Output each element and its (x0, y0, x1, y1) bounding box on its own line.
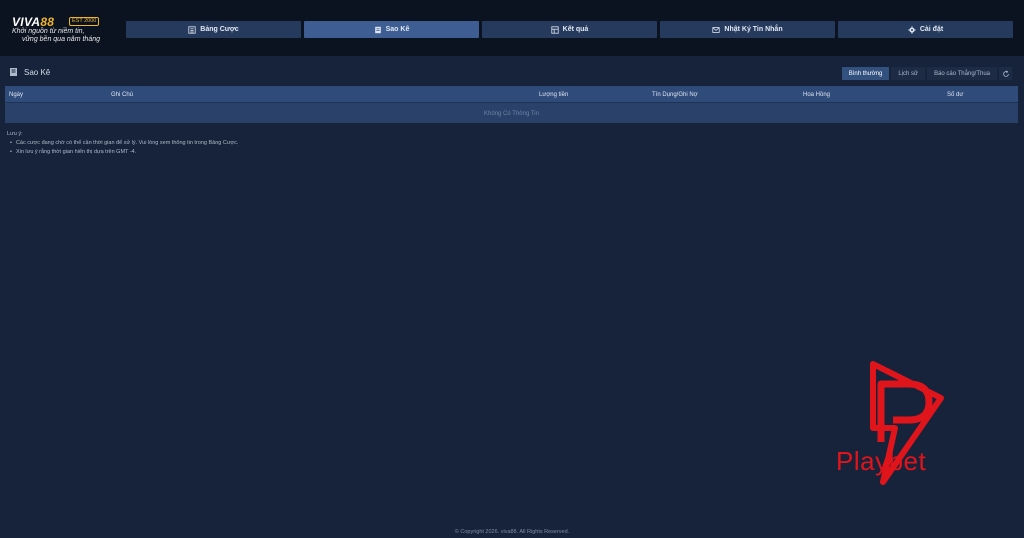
page-title: Sao Kê (9, 67, 50, 77)
logo-est-badge: EST 2000 (69, 17, 100, 26)
refresh-button[interactable] (999, 67, 1012, 80)
nav-settings[interactable]: Cài đặt (838, 21, 1013, 38)
nav-label: Kết quả (562, 26, 589, 33)
column-header-balance: Số dư (947, 91, 964, 98)
logo-main: VIVA (12, 15, 41, 29)
view-filters: Bình thường Lịch sử Báo cáo Thắng/Thua (841, 67, 1012, 80)
nav-label: Cài đặt (919, 26, 944, 33)
notes-title: Lưu ý: (7, 131, 23, 137)
statement-table: Ngày Ghi Chú Lượng tiền Tín Dụng/Ghi Nợ … (5, 86, 1018, 123)
filter-normal[interactable]: Bình thường (841, 67, 890, 80)
nav-label: Sao Kê (385, 26, 410, 33)
mail-icon (712, 26, 720, 33)
filter-history[interactable]: Lịch sử (891, 67, 926, 80)
nav-results[interactable]: Kết quả (482, 21, 657, 38)
empty-state: Không Có Thông Tin (484, 110, 539, 117)
filter-winloss-report[interactable]: Báo cáo Thắng/Thua (927, 67, 997, 80)
footer-copyright: © Copyright 2026. viva88. All Rights Res… (454, 529, 570, 535)
column-header-credit-debit: Tín Dụng/Ghi Nợ (652, 91, 698, 98)
column-header-amount: Lượng tiền (539, 91, 569, 98)
results-icon (551, 25, 559, 34)
top-header: VIVA88 EST 2000 Khởi nguồn từ niềm tin, … (0, 0, 1024, 56)
nav-label: Bảng Cược (200, 26, 239, 33)
list-icon (188, 25, 196, 34)
logo-wordmark: VIVA88 (12, 15, 54, 29)
note-item: Xin lưu ý rằng thời gian hiển thị dựa tr… (10, 148, 238, 157)
statement-icon (374, 26, 381, 33)
nav-bet-list[interactable]: Bảng Cược (126, 21, 301, 38)
column-header-commission: Hoa Hồng (803, 91, 831, 98)
column-header-date: Ngày (9, 91, 24, 98)
statement-icon (10, 68, 17, 76)
brand-slogan: Khởi nguồn từ niềm tin, vững bền qua năm… (12, 28, 122, 44)
nav-message-log[interactable]: Nhật Ký Tin Nhắn (660, 21, 835, 38)
note-item: Các cược đang chờ có thể cần thời gian đ… (10, 139, 238, 148)
nav-statement[interactable]: Sao Kê (304, 21, 479, 38)
column-header-note: Ghi Chú (111, 91, 134, 98)
slogan-line-1: Khởi nguồn từ niềm tin, (12, 28, 85, 35)
notes-list: Các cược đang chờ có thể cần thời gian đ… (7, 139, 238, 157)
notes-section: Lưu ý: Các cược đang chờ có thể cần thời… (7, 130, 238, 157)
logo-accent: 88 (40, 15, 55, 29)
slogan-line-2: vững bền qua năm tháng (22, 36, 100, 43)
main-nav: Bảng Cược Sao Kê Kết quả Nhật Ký Tin Nhắ… (126, 21, 1013, 38)
table-header: Ngày Ghi Chú Lượng tiền Tín Dụng/Ghi Nợ … (5, 86, 1018, 103)
brand-logo[interactable]: VIVA88 EST 2000 Khởi nguồn từ niềm tin, … (12, 15, 112, 45)
page-title-text: Sao Kê (24, 67, 51, 77)
playbet-wordmark: Playbet (836, 446, 927, 476)
refresh-icon (1002, 70, 1009, 77)
gear-icon (908, 25, 916, 34)
nav-label: Nhật Ký Tin Nhắn (724, 26, 783, 33)
